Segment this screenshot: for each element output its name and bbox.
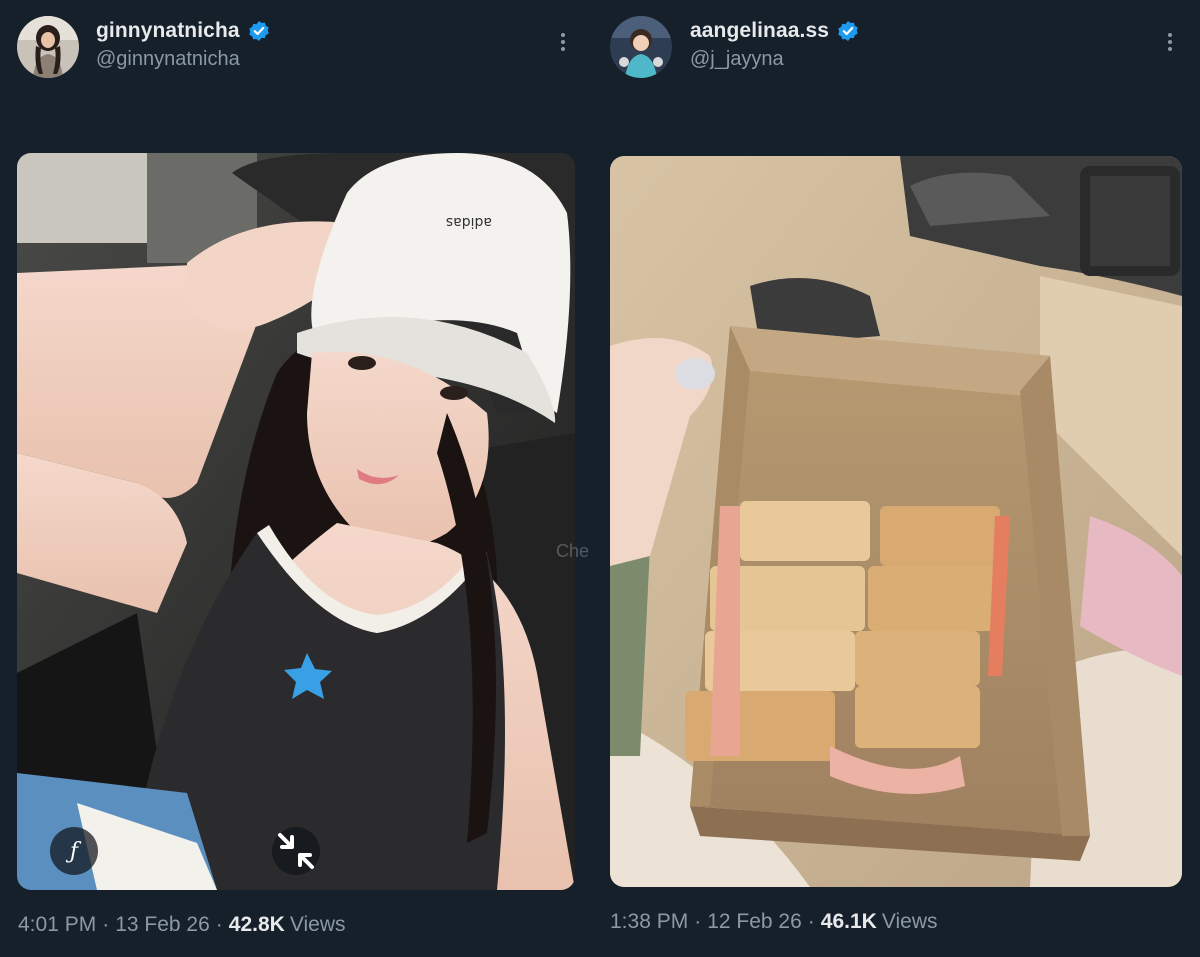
collapse-icon xyxy=(278,833,314,869)
avatar[interactable] xyxy=(17,16,79,78)
post-meta: 1:38 PM · 12 Feb 26 · 46.1K Views xyxy=(610,910,937,934)
post-date[interactable]: 13 Feb 26 xyxy=(115,913,210,936)
verified-badge-icon xyxy=(837,20,859,42)
post-aangelinaa[interactable]: aangelinaa.ss @j_jayyna 1:38 PM · 12 Feb… xyxy=(596,0,1200,957)
display-name[interactable]: aangelinaa.ss xyxy=(690,19,829,43)
post-photo[interactable]: adidas ƒ xyxy=(17,153,575,890)
svg-text:adidas: adidas xyxy=(446,214,492,230)
post-time[interactable]: 1:38 PM xyxy=(610,910,688,933)
post-photo[interactable] xyxy=(610,156,1182,887)
avatar[interactable] xyxy=(610,16,672,78)
watermark: Che xyxy=(556,541,590,561)
more-options-icon[interactable] xyxy=(551,30,575,54)
display-name[interactable]: ginnynatnicha xyxy=(96,19,240,43)
separator: · xyxy=(215,913,223,936)
timeline-pair: ginnynatnicha @ginnynatnicha adidas ƒ 4:… xyxy=(0,0,1200,957)
views-count: 42.8K xyxy=(228,913,285,936)
post-time[interactable]: 4:01 PM xyxy=(18,913,96,936)
handle[interactable]: @j_jayyna xyxy=(690,48,784,71)
post-ginnynatnicha[interactable]: ginnynatnicha @ginnynatnicha adidas ƒ 4:… xyxy=(0,0,596,957)
views-count: 46.1K xyxy=(820,910,877,933)
filter-button[interactable]: ƒ xyxy=(50,827,98,875)
separator: · xyxy=(807,910,815,933)
f-icon: ƒ xyxy=(69,838,79,864)
more-options-icon[interactable] xyxy=(1158,30,1182,54)
views-label: Views xyxy=(881,910,938,933)
collapse-button[interactable] xyxy=(272,827,320,875)
post-meta: 4:01 PM · 13 Feb 26 · 42.8K Views xyxy=(18,913,345,937)
separator: · xyxy=(694,910,702,933)
handle[interactable]: @ginnynatnicha xyxy=(96,48,240,71)
post-date[interactable]: 12 Feb 26 xyxy=(707,910,802,933)
author-name-row[interactable]: aangelinaa.ss xyxy=(690,19,859,43)
author-name-row[interactable]: ginnynatnicha xyxy=(96,19,270,43)
separator: · xyxy=(102,913,110,936)
views-label: Views xyxy=(289,913,346,936)
verified-badge-icon xyxy=(248,20,270,42)
